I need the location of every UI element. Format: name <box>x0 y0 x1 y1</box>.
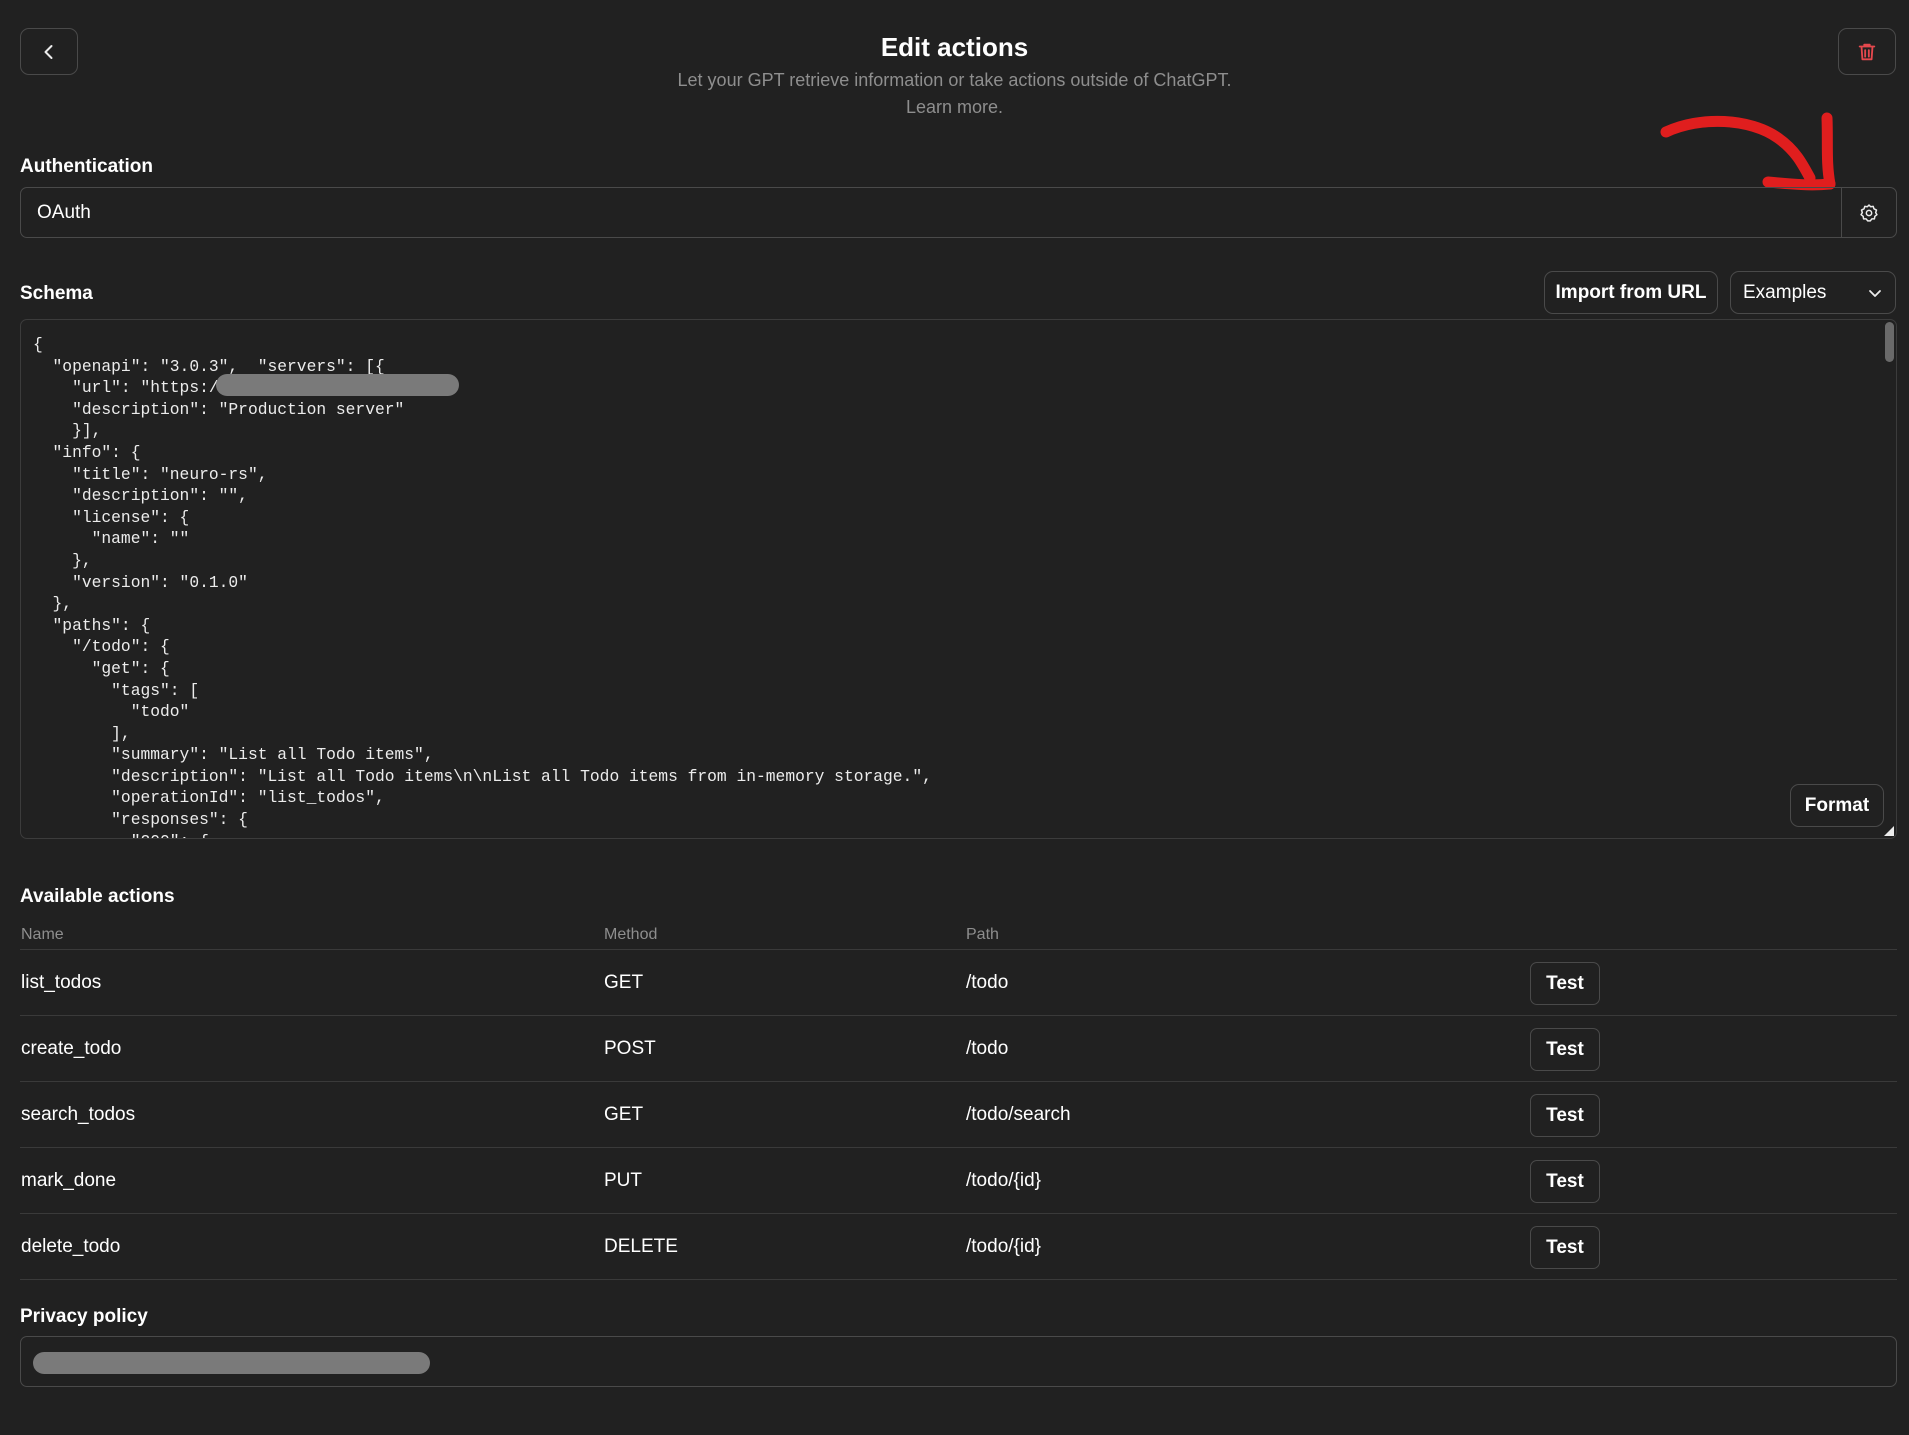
gear-icon <box>1860 203 1878 222</box>
action-method: GET <box>604 1104 644 1125</box>
privacy-policy-input[interactable] <box>20 1336 1897 1387</box>
column-method: Method <box>604 926 658 943</box>
action-method: DELETE <box>604 1236 678 1257</box>
redacted-privacy-url <box>33 1352 430 1374</box>
table-row: create_todo POST /todo Test <box>20 1016 1897 1082</box>
action-name: mark_done <box>21 1170 117 1191</box>
action-method: POST <box>604 1038 656 1059</box>
actions-table: Name Method Path list_todos GET /todo Te… <box>20 923 1897 1280</box>
action-method: PUT <box>604 1170 642 1191</box>
available-actions-label: Available actions <box>20 886 175 907</box>
format-button[interactable]: Format <box>1790 784 1884 827</box>
action-path: /todo/{id} <box>966 1236 1042 1257</box>
schema-editor[interactable]: { "openapi": "3.0.3", "servers": [{ "url… <box>20 319 1897 839</box>
test-button[interactable]: Test <box>1530 1226 1600 1269</box>
action-name: search_todos <box>21 1104 136 1125</box>
action-path: /todo/search <box>966 1104 1071 1125</box>
column-name: Name <box>21 926 64 943</box>
action-path: /todo <box>966 1038 1009 1059</box>
test-button[interactable]: Test <box>1530 1094 1600 1137</box>
page-title: Edit actions <box>880 32 1029 62</box>
action-name: delete_todo <box>21 1236 121 1257</box>
action-name: create_todo <box>21 1038 122 1059</box>
test-button[interactable]: Test <box>1530 962 1600 1005</box>
action-path: /todo <box>966 972 1009 993</box>
learn-more-link[interactable]: Learn more. <box>906 97 1003 117</box>
action-path: /todo/{id} <box>966 1170 1042 1191</box>
test-button[interactable]: Test <box>1530 1160 1600 1203</box>
examples-select[interactable]: Examples <box>1730 271 1896 314</box>
test-button[interactable]: Test <box>1530 1028 1600 1071</box>
authentication-field[interactable]: OAuth <box>20 187 1897 238</box>
schema-label: Schema <box>20 283 93 304</box>
action-method: GET <box>604 972 644 993</box>
delete-button[interactable] <box>1838 28 1896 75</box>
table-row: delete_todo DELETE /todo/{id} Test <box>20 1214 1897 1280</box>
authentication-label: Authentication <box>20 156 153 177</box>
examples-select-label: Examples <box>1743 281 1827 303</box>
schema-scrollbar[interactable] <box>1885 322 1894 362</box>
table-row: list_todos GET /todo Test <box>20 950 1897 1016</box>
authentication-value: OAuth <box>37 201 91 223</box>
schema-code[interactable]: { "openapi": "3.0.3", "servers": [{ "url… <box>33 334 932 838</box>
import-from-url-button[interactable]: Import from URL <box>1544 271 1718 314</box>
actions-table-header: Name Method Path <box>20 923 1897 950</box>
redacted-url <box>216 374 459 396</box>
schema-resize-handle[interactable] <box>1884 826 1894 836</box>
table-row: mark_done PUT /todo/{id} Test <box>20 1148 1897 1214</box>
column-path: Path <box>966 926 999 943</box>
action-name: list_todos <box>21 972 102 993</box>
trash-icon <box>1858 43 1876 60</box>
privacy-policy-label: Privacy policy <box>20 1306 148 1327</box>
red-arrow-annotation <box>1660 112 1836 191</box>
learn-more-wrap: Learn more. <box>0 97 1909 118</box>
edit-actions-page: Edit actions Let your GPT retrieve infor… <box>0 0 1909 1435</box>
chevron-down-icon <box>1869 289 1881 297</box>
authentication-settings-button[interactable] <box>1841 188 1896 237</box>
table-row: search_todos GET /todo/search Test <box>20 1082 1897 1148</box>
page-subtitle: Let your GPT retrieve information or tak… <box>677 70 1232 90</box>
